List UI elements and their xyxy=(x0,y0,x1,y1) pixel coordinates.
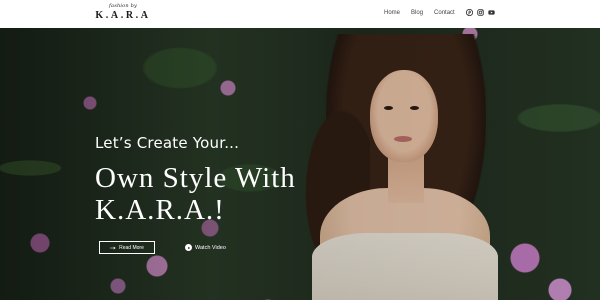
logo-wordmark: K.A.R.A xyxy=(95,10,151,21)
hero-title-line2: K.A.R.A.! xyxy=(95,194,225,226)
hero-title: Own Style With K.A.R.A.! xyxy=(95,162,355,226)
site-header: fashion by K.A.R.A Home Blog Contact xyxy=(0,0,600,28)
nav-blog[interactable]: Blog xyxy=(411,9,423,18)
site-logo[interactable]: fashion by K.A.R.A xyxy=(95,3,151,25)
social-links xyxy=(466,9,495,16)
logo-tagline: fashion by xyxy=(108,3,138,9)
read-more-button[interactable]: Read More xyxy=(99,241,155,254)
hero-subtitle: Let’s Create Your... xyxy=(95,134,240,152)
instagram-icon[interactable] xyxy=(477,9,484,16)
youtube-icon[interactable] xyxy=(488,9,495,16)
arrow-right-icon xyxy=(110,246,116,249)
read-more-label: Read More xyxy=(119,244,144,251)
nav-home[interactable]: Home xyxy=(384,9,400,18)
watch-video-label: Watch Video xyxy=(195,244,226,251)
watch-video-button[interactable]: Watch Video xyxy=(185,241,226,254)
hero-title-line1: Own Style With xyxy=(95,162,296,194)
pinterest-icon[interactable] xyxy=(466,9,473,16)
main-nav: Home Blog Contact xyxy=(384,9,455,18)
play-icon xyxy=(185,244,192,251)
nav-contact[interactable]: Contact xyxy=(434,9,455,18)
hero-banner: Let’s Create Your... Own Style With K.A.… xyxy=(0,28,600,300)
